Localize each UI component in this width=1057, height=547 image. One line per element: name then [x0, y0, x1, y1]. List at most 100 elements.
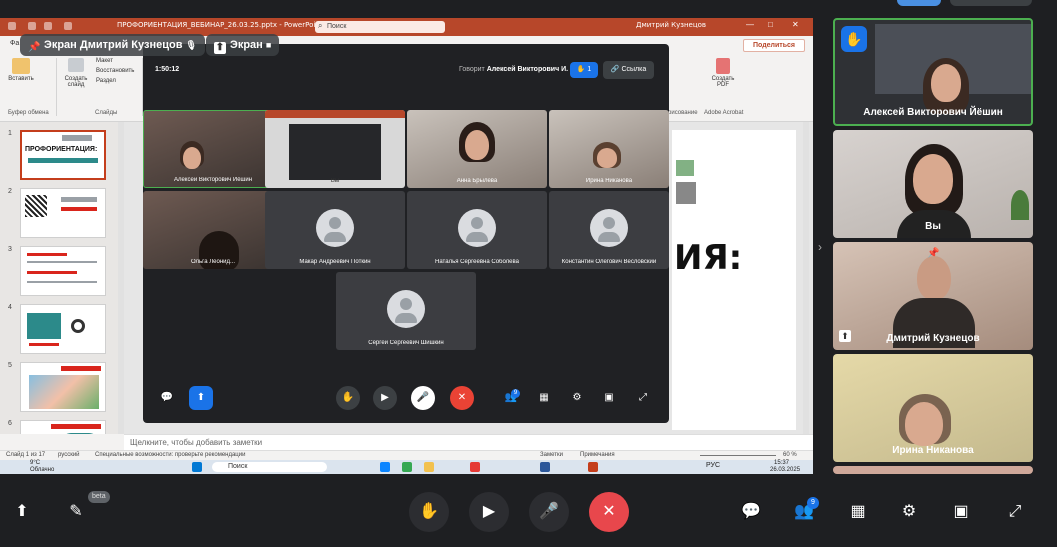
notes-toggle[interactable]: Заметки [540, 452, 563, 458]
zoom-level[interactable]: 60 % [783, 452, 797, 458]
mic-button[interactable]: 🎤 [529, 492, 569, 532]
side-participant-name: Ирина Никанова [892, 445, 974, 456]
skype-icon[interactable] [380, 462, 390, 472]
screen-share-icon: ⬆ [214, 42, 226, 54]
group-acrobat: Adobe Acrobat [704, 110, 744, 116]
call-timer: 1:50:12 [155, 66, 180, 73]
inner-call-window: 1:50:12 Говорит Алексей Викторович И. ✋ … [143, 44, 669, 423]
tab-file[interactable]: Фа [10, 40, 19, 47]
paste-icon[interactable] [12, 58, 30, 74]
mic-icon[interactable]: 🎤 [411, 386, 435, 410]
share-screen-icon[interactable]: ⬆ [189, 386, 213, 410]
pip-icon[interactable]: ▣ [949, 500, 973, 524]
accessibility-status[interactable]: Специальные возможности: проверьте реком… [95, 452, 245, 458]
slide-scrollbar[interactable] [803, 122, 809, 434]
explorer-icon[interactable] [424, 462, 434, 472]
slide-thumb-2[interactable] [20, 188, 106, 238]
input-language[interactable]: РУС [706, 462, 720, 469]
top-pill-blue[interactable] [897, 0, 941, 6]
participant-tile[interactable]: Вы [265, 110, 405, 188]
share-button[interactable]: Поделиться [743, 39, 805, 52]
slide-thumb-1[interactable]: ПРОФОРИЕНТАЦИЯ: [20, 130, 106, 180]
minimize-icon[interactable]: — [746, 20, 754, 29]
slide-thumb-6[interactable] [20, 420, 106, 434]
create-pdf-label: Создать PDF [711, 76, 735, 88]
participant-name: Анна Брылева [456, 178, 498, 184]
pip-icon[interactable]: ▣ [597, 386, 621, 410]
participants-badge: 9 [511, 389, 520, 398]
current-slide[interactable]: ИЯ: [672, 130, 796, 430]
end-call-icon[interactable]: ✕ [450, 386, 474, 410]
beta-badge: beta [88, 491, 110, 503]
presenter-screen-pill: 📌 Экран Дмитрий Кузнецов 🎙 [20, 34, 205, 56]
participant-tile[interactable]: Наталья Сергеевна Соболева [407, 191, 547, 269]
copy-link-button[interactable]: 🔗 Ссылка [603, 61, 654, 79]
slide-thumb-3[interactable] [20, 246, 106, 296]
whiteboard-icon[interactable]: ✎ [64, 500, 88, 524]
raise-hand-icon[interactable]: ✋ [336, 386, 360, 410]
raised-hand-icon: ✋ [841, 26, 867, 52]
share-screen-icon[interactable]: ⬆ [10, 500, 34, 524]
participants-icon[interactable]: 👥 [499, 386, 523, 410]
pdf-icon[interactable] [716, 58, 730, 74]
side-tile[interactable]: ✋ Алексей Викторович Йёшин [833, 18, 1033, 126]
settings-icon[interactable]: ⚙ [565, 386, 589, 410]
fullscreen-icon[interactable]: ⤢ [631, 386, 655, 410]
taskbar-search[interactable]: Поиск [212, 462, 327, 472]
windows-taskbar: 9°C Облачно Поиск РУС 15:37 26.03.2025 [0, 460, 813, 474]
camera-icon[interactable]: ▶ [373, 386, 397, 410]
side-tile[interactable]: Ирина Никанова [833, 354, 1033, 462]
section-label[interactable]: Раздел [96, 78, 116, 84]
slide-title-text: ИЯ: [674, 238, 743, 278]
slide-thumb-5[interactable] [20, 362, 106, 412]
close-icon[interactable]: ✕ [792, 20, 799, 29]
participant-tile[interactable]: Константин Олегович Весловский [549, 191, 669, 269]
raised-hands-counter[interactable]: ✋ 1 [570, 62, 598, 78]
side-participant-name: Вы [925, 221, 941, 232]
layout-grid-icon[interactable]: ▦ [532, 386, 556, 410]
participant-tile[interactable]: Алексей Викторович Йёшин [143, 110, 283, 188]
fullscreen-icon[interactable]: ⤢ [1003, 500, 1027, 524]
participant-tile[interactable]: Ольга Леонид... [143, 191, 283, 269]
group-clipboard: Буфер обмена [8, 110, 49, 116]
comments-toggle[interactable]: Примечания [580, 452, 615, 458]
chat-icon[interactable]: 💬 [155, 386, 179, 410]
participant-tile[interactable]: Анна Брылева [407, 110, 547, 188]
yandex-icon[interactable] [470, 462, 480, 472]
collapse-sidebar-icon[interactable]: › [818, 240, 822, 254]
participant-tile[interactable]: Ирина Никанова [549, 110, 669, 188]
slide-number: 2 [8, 188, 12, 195]
side-tile[interactable]: Вы [833, 130, 1033, 238]
side-tile[interactable]: 📌 ⬆ Дмитрий Кузнецов [833, 242, 1033, 350]
speaking-indicator: Говорит Алексей Викторович И. [459, 66, 568, 73]
windows-start-icon[interactable] [192, 462, 202, 472]
participant-tile[interactable]: Макар Андреевич Поткин [265, 191, 405, 269]
slide-thumb-4[interactable] [20, 304, 106, 354]
ppt-search-input[interactable]: Поиск [315, 20, 445, 33]
top-pill-gray[interactable] [950, 0, 1032, 6]
zoom-slider[interactable] [700, 455, 776, 456]
new-slide-icon[interactable] [68, 58, 84, 72]
start-icon [64, 22, 72, 30]
layout-grid-icon[interactable]: ▦ [846, 500, 870, 524]
participant-name: Вы [330, 178, 340, 184]
chat-icon[interactable]: 💬 [739, 500, 763, 524]
ribbon-divider [56, 58, 57, 116]
participant-tile[interactable]: Сергей Сергеевич Шишкин [336, 272, 476, 350]
participant-name: Сергей Сергеевич Шишкин [368, 340, 444, 346]
notes-pane[interactable]: Щелкните, чтобы добавить заметки [124, 434, 813, 450]
weather-temp: 9°C [30, 460, 41, 466]
end-call-button[interactable]: ✕ [589, 492, 629, 532]
undo-icon [44, 22, 52, 30]
raise-hand-button[interactable]: ✋ [409, 492, 449, 532]
layout-label[interactable]: Макет [96, 58, 113, 64]
edge-icon[interactable] [402, 462, 412, 472]
word-icon[interactable] [540, 462, 550, 472]
settings-icon[interactable]: ⚙ [897, 500, 921, 524]
slide-number: 5 [8, 362, 12, 369]
powerpoint-icon[interactable] [588, 462, 598, 472]
restore-icon[interactable]: □ [768, 20, 773, 29]
side-tile-partial[interactable] [833, 466, 1033, 474]
restore-label[interactable]: Восстановить [96, 68, 134, 74]
camera-button[interactable]: ▶ [469, 492, 509, 532]
